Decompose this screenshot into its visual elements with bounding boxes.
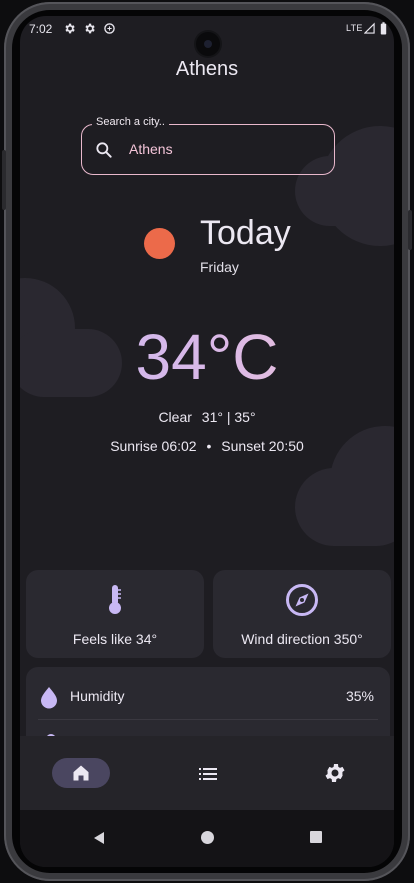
sunrise-time: Sunrise 06:02 [110, 438, 197, 454]
city-title: Athens [175, 58, 239, 80]
battery-icon [380, 22, 387, 35]
back-icon[interactable] [92, 831, 106, 845]
home-button-icon[interactable] [201, 831, 214, 844]
settings-icon [65, 23, 75, 34]
separator-dot: • [206, 438, 212, 454]
data-saver-icon [104, 23, 115, 34]
search-field[interactable]: Search a city.. [81, 116, 335, 175]
today-title: Today [200, 214, 291, 252]
nav-home[interactable] [52, 758, 110, 788]
sun-times: Sunrise 06:02 • Sunset 20:50 [20, 438, 394, 454]
divider [38, 719, 378, 720]
recents-icon[interactable] [310, 831, 322, 843]
system-navigation-bar [20, 810, 394, 867]
search-label: Search a city.. [92, 116, 169, 128]
sun-icon [144, 228, 175, 259]
thermometer-icon [109, 585, 121, 614]
app-screen: 7:02 LTE Athens Search a city.. Today Fr… [20, 16, 394, 867]
nav-settings[interactable] [323, 761, 347, 785]
settings-icon [325, 764, 345, 782]
search-icon [96, 142, 112, 158]
humidity-label: Humidity [70, 688, 125, 704]
feels-like-card: Feels like 34° [26, 570, 204, 658]
side-button [408, 210, 412, 250]
search-input[interactable] [129, 141, 309, 157]
network-type: LTE [346, 23, 363, 33]
humidity-value: 35% [345, 688, 374, 704]
wind-direction-card: Wind direction 350° [213, 570, 391, 658]
signal-icon [364, 22, 375, 34]
front-camera [196, 32, 220, 56]
compass-icon [286, 584, 318, 616]
settings-icon [85, 23, 95, 34]
current-temperature: 34°C [20, 320, 394, 394]
bottom-navigation [20, 736, 394, 810]
side-button [2, 150, 6, 210]
feels-like-label: Feels like 34° [72, 631, 158, 647]
sunset-time: Sunset 20:50 [221, 438, 304, 454]
wind-direction-label: Wind direction 350° [241, 631, 363, 647]
condition-text: Clear [158, 409, 192, 425]
water-drop-icon [41, 687, 57, 709]
humidity-row: Humidity 35% [26, 683, 390, 711]
home-icon [73, 765, 89, 781]
weekday-label: Friday [200, 259, 239, 275]
min-max-temperature: 31° | 35° [201, 409, 256, 425]
nav-list[interactable] [196, 762, 220, 786]
list-icon [199, 768, 217, 780]
status-time: 7:02 [29, 22, 53, 36]
condition-line: Clear 31° | 35° [20, 409, 394, 425]
